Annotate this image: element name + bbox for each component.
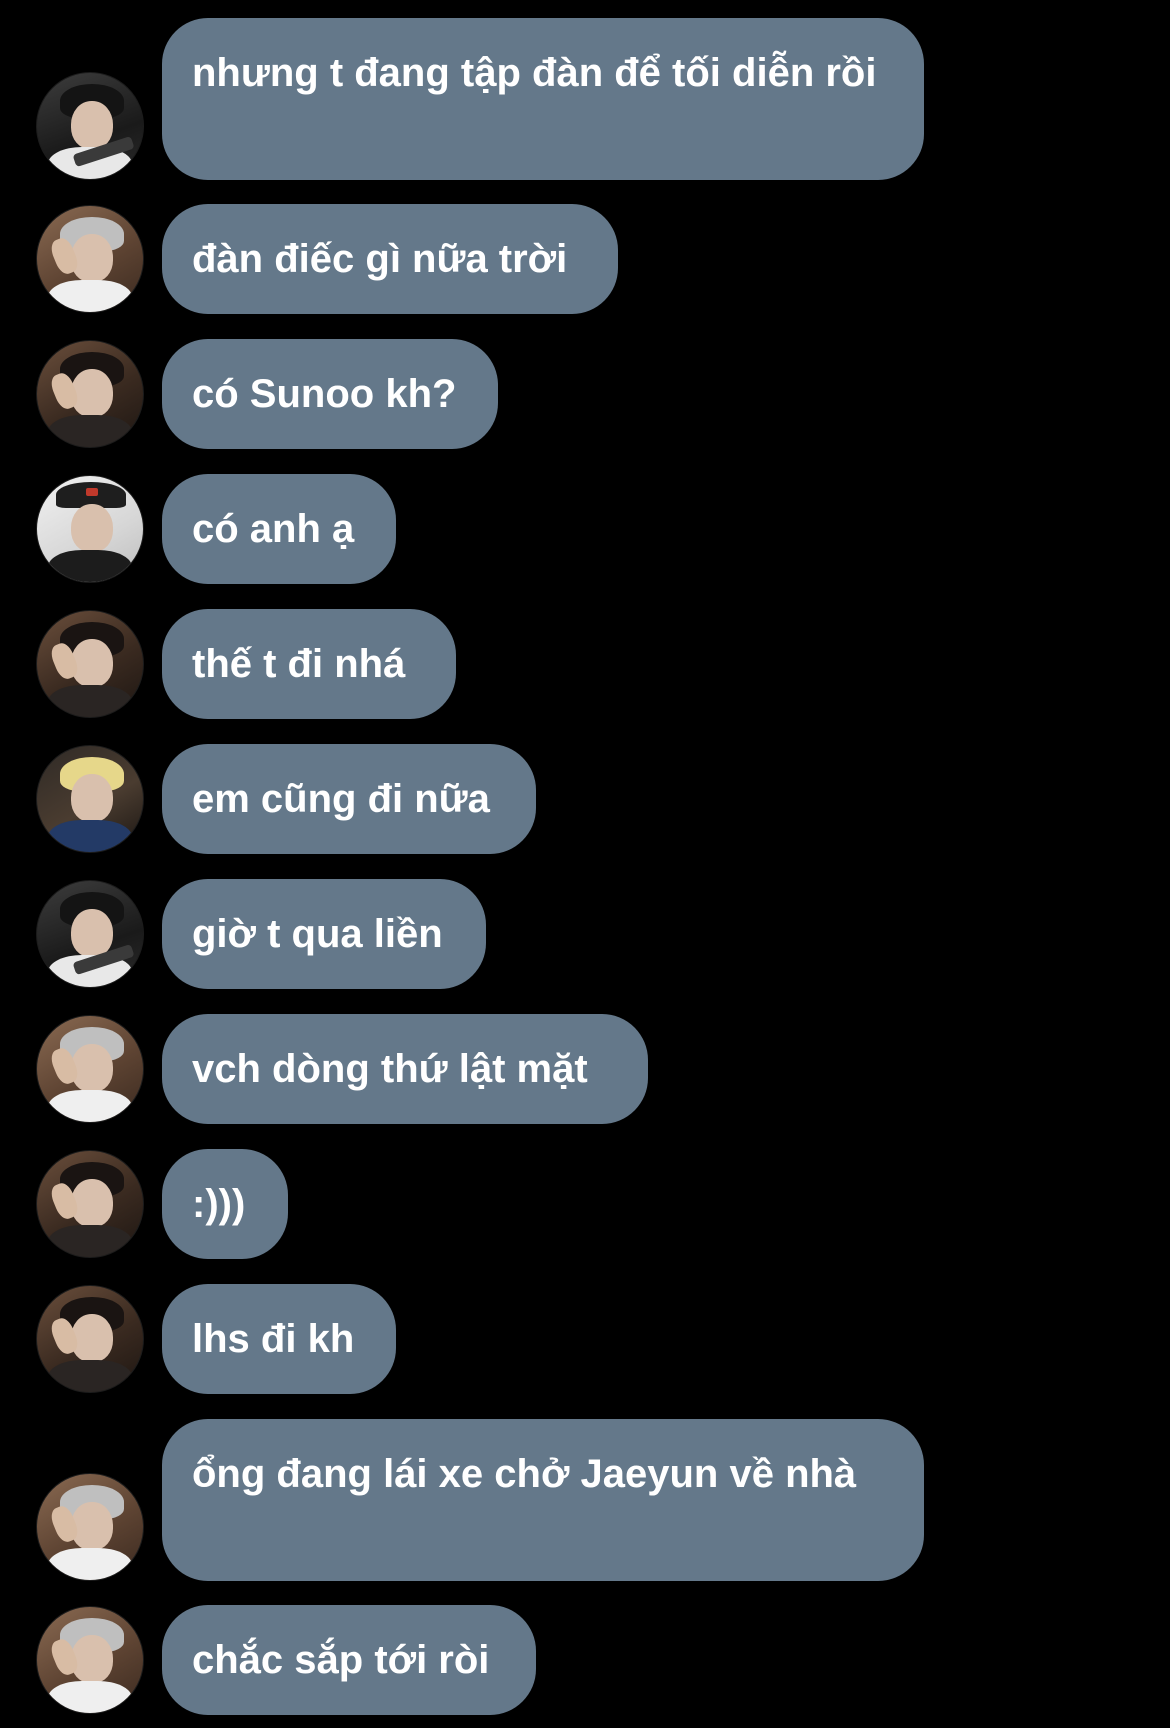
- avatar[interactable]: [36, 880, 144, 988]
- avatar[interactable]: [36, 610, 144, 718]
- message-bubble[interactable]: em cũng đi nữa: [162, 744, 536, 854]
- message-bubble[interactable]: đàn điếc gì nữa trời: [162, 204, 618, 314]
- message-bubble[interactable]: ổng đang lái xe chở Jaeyun về nhà: [162, 1419, 924, 1581]
- message-row: chắc sắp tới ròi: [0, 1605, 1170, 1715]
- avatar[interactable]: [36, 205, 144, 313]
- message-bubble[interactable]: chắc sắp tới ròi: [162, 1605, 536, 1715]
- avatar[interactable]: [36, 1015, 144, 1123]
- avatar[interactable]: [36, 340, 144, 448]
- message-bubble[interactable]: có Sunoo kh?: [162, 339, 498, 449]
- message-row: :))): [0, 1149, 1170, 1259]
- avatar[interactable]: [36, 1285, 144, 1393]
- message-row: em cũng đi nữa: [0, 744, 1170, 854]
- message-bubble[interactable]: có anh ạ: [162, 474, 396, 584]
- message-row: vch dòng thứ lật mặt: [0, 1014, 1170, 1124]
- message-row: giờ t qua liền: [0, 879, 1170, 989]
- message-row: có Sunoo kh?: [0, 339, 1170, 449]
- message-row: đàn điếc gì nữa trời: [0, 204, 1170, 314]
- message-row: thế t đi nhá: [0, 609, 1170, 719]
- message-row: nhưng t đang tập đàn để tối diễn rồi: [0, 18, 1170, 180]
- message-bubble[interactable]: giờ t qua liền: [162, 879, 486, 989]
- avatar[interactable]: [36, 1606, 144, 1714]
- chat-thread: nhưng t đang tập đàn để tối diễn rồi đàn…: [0, 0, 1170, 1728]
- message-row: có anh ạ: [0, 474, 1170, 584]
- avatar[interactable]: [36, 1473, 144, 1581]
- avatar[interactable]: [36, 1150, 144, 1258]
- avatar[interactable]: [36, 745, 144, 853]
- avatar[interactable]: [36, 475, 144, 583]
- message-bubble[interactable]: vch dòng thứ lật mặt: [162, 1014, 648, 1124]
- message-row: ổng đang lái xe chở Jaeyun về nhà: [0, 1419, 1170, 1581]
- avatar[interactable]: [36, 72, 144, 180]
- message-bubble[interactable]: lhs đi kh: [162, 1284, 396, 1394]
- message-bubble[interactable]: thế t đi nhá: [162, 609, 456, 719]
- message-bubble[interactable]: nhưng t đang tập đàn để tối diễn rồi: [162, 18, 924, 180]
- message-bubble[interactable]: :))): [162, 1149, 288, 1259]
- message-row: lhs đi kh: [0, 1284, 1170, 1394]
